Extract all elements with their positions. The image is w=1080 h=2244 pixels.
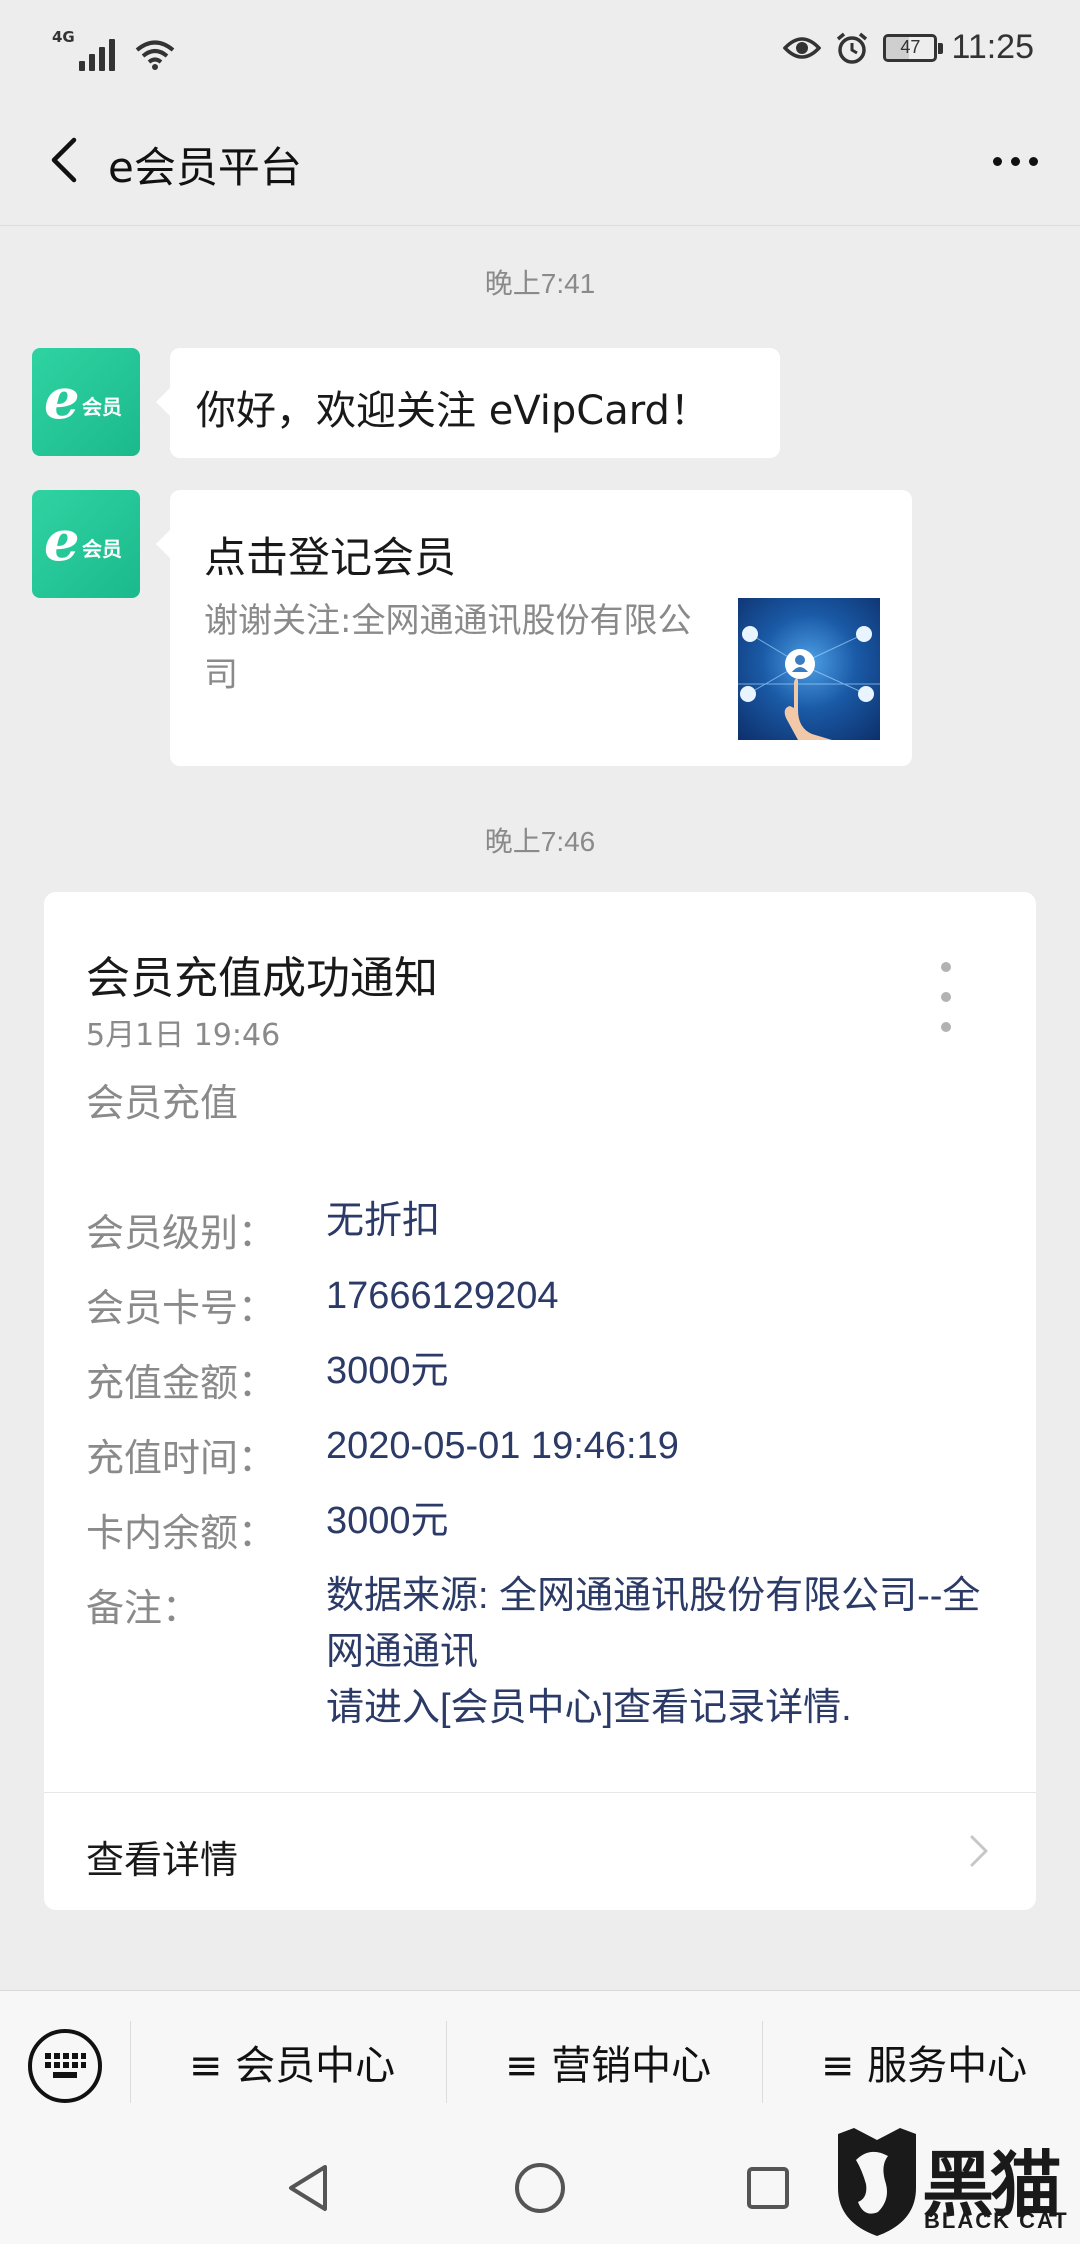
message-text: 你好，欢迎关注 eVipCard！: [196, 388, 710, 434]
network-touch-image-icon: [738, 626, 880, 740]
battery-level: 47: [900, 37, 921, 57]
chat-bubble[interactable]: 你好，欢迎关注 eVipCard！: [156, 348, 780, 458]
menu-separator: [130, 2021, 131, 2103]
e-vip-logo-icon: e 会员: [44, 372, 122, 432]
field-label: 充值时间：: [86, 1436, 277, 1480]
card-more-button[interactable]: [936, 962, 956, 1032]
field-value: 3000元: [326, 1350, 449, 1392]
menu-member-center[interactable]: ≡ 会员中心: [134, 2021, 450, 2103]
e-vip-logo-icon: e 会员: [44, 514, 122, 574]
dot-icon: [992, 156, 1002, 166]
card-title: 会员充值成功通知: [86, 953, 438, 1004]
link-card[interactable]: 点击登记会员 谢谢关注:全网通通讯股份有限公司: [156, 490, 912, 766]
svg-text:e: e: [44, 372, 80, 432]
network-type: 4G: [52, 28, 75, 46]
signal-icon: [78, 37, 115, 71]
field-label: 充值金额：: [86, 1361, 277, 1405]
circle-home-icon: [515, 2163, 565, 2213]
field-value: 17666129204: [326, 1275, 559, 1317]
message-time: 晚上7:41: [484, 268, 596, 299]
dot-icon: [941, 1022, 951, 1032]
battery-icon: 47: [883, 33, 944, 62]
field-value: 数据来源: 全网通通讯股份有限公司--全网通通讯 请进入[会员中心]查看记录详情…: [326, 1575, 981, 1729]
field-label: 备注：: [86, 1586, 201, 1630]
link-title: 点击登记会员: [204, 533, 457, 582]
link-thumbnail: [738, 598, 880, 740]
link-description: 谢谢关注:全网通通讯股份有限公司: [204, 601, 692, 695]
dot-icon: [1010, 156, 1020, 166]
status-left: 4G: [52, 30, 175, 71]
eye-icon: [783, 36, 822, 59]
view-details-label: 查看详情: [86, 1838, 239, 1882]
wifi-icon: [135, 40, 175, 70]
message-time: 晚上7:46: [484, 826, 596, 857]
dot-icon: [941, 962, 951, 972]
status-right: 47 11:25: [783, 28, 1034, 67]
svg-text:e: e: [44, 514, 80, 574]
field-label: 会员卡号：: [86, 1286, 277, 1330]
card-date: 5月1日 19:46: [86, 1018, 281, 1053]
page-title: e会员平台: [108, 143, 302, 192]
menu-separator: [762, 2021, 763, 2103]
field-value: 无折扣: [326, 1200, 441, 1242]
black-cat-watermark: 黑猫 BLACK CAT: [804, 2126, 1080, 2244]
black-cat-shield-icon: [838, 2128, 916, 2236]
recharge-notification-card[interactable]: 会员充值成功通知 5月1日 19:46 会员充值 会员级别： 无折扣 会员卡号：…: [44, 892, 1036, 1910]
svg-text:会员: 会员: [82, 537, 122, 561]
menu-service-center[interactable]: ≡ 服务中心: [766, 2021, 1080, 2103]
alarm-icon: [837, 32, 868, 64]
triangle-back-icon: [289, 2165, 327, 2211]
system-back-button[interactable]: [278, 2158, 338, 2218]
square-recents-icon: [747, 2167, 789, 2209]
back-button[interactable]: [34, 130, 94, 190]
bottom-menu: ≡ 会员中心 ≡ 营销中心 ≡ 服务中心: [0, 1990, 1080, 2130]
field-value: 3000元: [326, 1500, 449, 1542]
dot-icon: [1028, 156, 1038, 166]
menu-marketing-center[interactable]: ≡ 营销中心: [450, 2021, 766, 2103]
system-recents-button[interactable]: [738, 2158, 798, 2218]
field-label: 卡内余额：: [86, 1511, 277, 1555]
system-home-button[interactable]: [510, 2158, 570, 2218]
view-details-link[interactable]: 查看详情: [44, 1793, 1036, 1910]
more-button[interactable]: [980, 136, 1050, 186]
chevron-left-icon: [51, 137, 77, 183]
svg-text:会员: 会员: [82, 395, 122, 419]
clock: 11:25: [951, 28, 1034, 66]
nav-bar: e会员平台: [0, 100, 1080, 226]
dot-icon: [941, 992, 951, 1002]
watermark-subtext: BLACK CAT: [924, 2208, 1069, 2233]
keyboard-icon: [45, 2053, 86, 2078]
field-label: 会员级别：: [86, 1211, 277, 1255]
avatar[interactable]: e 会员: [32, 348, 140, 456]
avatar[interactable]: e 会员: [32, 490, 140, 598]
menu-separator: [446, 2021, 447, 2103]
status-bar: 4G 47 11:25: [0, 0, 1080, 100]
card-subtitle: 会员充值: [86, 1081, 239, 1125]
keyboard-toggle-button[interactable]: [28, 2029, 102, 2103]
field-value: 2020-05-01 19:46:19: [326, 1425, 679, 1467]
chevron-right-icon: [970, 1835, 988, 1867]
